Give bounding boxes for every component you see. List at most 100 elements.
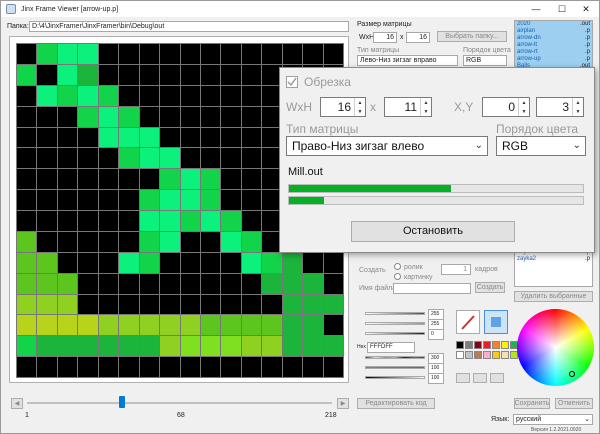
led-cell[interactable] — [78, 294, 98, 315]
spin-down-icon[interactable]: ▼ — [421, 107, 431, 116]
led-cell[interactable] — [160, 127, 180, 148]
led-cell[interactable] — [17, 169, 37, 190]
spin-up-icon[interactable]: ▲ — [355, 98, 365, 107]
color-swatch[interactable] — [492, 351, 500, 359]
led-cell[interactable] — [323, 273, 343, 294]
led-cell[interactable] — [37, 294, 57, 315]
blue-value[interactable]: 0 — [428, 329, 444, 340]
green-slider[interactable] — [365, 322, 425, 325]
led-cell[interactable] — [221, 64, 241, 85]
led-cell[interactable] — [139, 294, 160, 315]
led-cell[interactable] — [200, 169, 221, 190]
led-cell[interactable] — [119, 315, 139, 336]
led-cell[interactable] — [241, 357, 262, 377]
led-cell[interactable] — [98, 273, 119, 294]
led-cell[interactable] — [180, 148, 200, 169]
red-slider[interactable] — [365, 312, 425, 315]
led-cell[interactable] — [57, 315, 78, 336]
led-cell[interactable] — [160, 211, 180, 231]
file-list-item[interactable]: arrow-up .p — [515, 56, 592, 63]
led-cell[interactable] — [221, 169, 241, 190]
led-cell[interactable] — [17, 106, 37, 127]
led-cell[interactable] — [139, 44, 160, 64]
file-list-item[interactable]: zayka2 .p — [515, 256, 592, 263]
led-cell[interactable] — [57, 127, 78, 148]
led-cell[interactable] — [241, 190, 262, 210]
file-list-item[interactable]: 2020 .out — [515, 21, 592, 28]
led-cell[interactable] — [221, 252, 241, 273]
led-cell[interactable] — [160, 169, 180, 190]
hue-slider[interactable] — [365, 356, 425, 359]
led-cell[interactable] — [323, 44, 343, 64]
delete-selected-button[interactable]: Удалить выбранные — [514, 291, 593, 302]
color-swatch[interactable] — [456, 351, 464, 359]
led-cell[interactable] — [160, 148, 180, 169]
led-cell[interactable] — [241, 127, 262, 148]
led-cell[interactable] — [262, 357, 282, 377]
led-cell[interactable] — [160, 44, 180, 64]
file-list-item[interactable]: arrow-lt .p — [515, 42, 592, 49]
led-cell[interactable] — [17, 44, 37, 64]
led-cell[interactable] — [17, 190, 37, 210]
led-cell[interactable] — [37, 211, 57, 231]
crop-width-spinner[interactable]: 16 ▲ ▼ — [320, 97, 366, 117]
file-list-item[interactable]: arrow-rt .p — [515, 49, 592, 56]
led-cell[interactable] — [139, 64, 160, 85]
led-cell[interactable] — [98, 294, 119, 315]
frame-slider-thumb[interactable] — [119, 396, 125, 408]
led-cell[interactable] — [78, 273, 98, 294]
crop-x-spinner[interactable]: 0 ▲ ▼ — [482, 97, 530, 117]
led-cell[interactable] — [282, 336, 303, 357]
lightness-value[interactable]: 100 — [428, 373, 444, 384]
led-cell[interactable] — [200, 85, 221, 106]
led-cell[interactable] — [303, 294, 323, 315]
led-cell[interactable] — [17, 211, 37, 231]
led-cell[interactable] — [78, 106, 98, 127]
blue-slider[interactable] — [365, 332, 425, 335]
led-cell[interactable] — [37, 315, 57, 336]
led-cell[interactable] — [221, 273, 241, 294]
led-cell[interactable] — [200, 64, 221, 85]
video-radio[interactable] — [394, 263, 401, 270]
color-swatch[interactable] — [465, 351, 473, 359]
led-cell[interactable] — [17, 64, 37, 85]
led-cell[interactable] — [180, 273, 200, 294]
color-swatch[interactable] — [474, 341, 482, 349]
led-cell[interactable] — [139, 148, 160, 169]
led-cell[interactable] — [78, 85, 98, 106]
led-cell[interactable] — [119, 336, 139, 357]
led-cell[interactable] — [57, 252, 78, 273]
led-cell[interactable] — [119, 64, 139, 85]
title-bar[interactable]: Jinx Frame Viewer [arrow-up.p] — ☐ ✕ — [1, 1, 599, 17]
led-cell[interactable] — [78, 252, 98, 273]
led-cell[interactable] — [262, 44, 282, 64]
led-cell[interactable] — [303, 252, 323, 273]
led-cell[interactable] — [37, 44, 57, 64]
led-cell[interactable] — [57, 336, 78, 357]
led-cell[interactable] — [221, 211, 241, 231]
pen-tool-button[interactable] — [456, 310, 480, 334]
led-cell[interactable] — [241, 315, 262, 336]
stop-button[interactable]: Остановить — [351, 221, 515, 242]
led-cell[interactable] — [98, 44, 119, 64]
undo-button[interactable] — [456, 373, 470, 383]
led-cell[interactable] — [57, 190, 78, 210]
led-cell[interactable] — [221, 315, 241, 336]
led-cell[interactable] — [119, 127, 139, 148]
led-cell[interactable] — [139, 106, 160, 127]
led-cell[interactable] — [200, 127, 221, 148]
crop-y-spinner[interactable]: 3 ▲ ▼ — [536, 97, 584, 117]
led-cell[interactable] — [98, 127, 119, 148]
led-cell[interactable] — [303, 336, 323, 357]
color-swatch[interactable] — [501, 351, 509, 359]
save-button[interactable]: Сохранить — [514, 398, 550, 409]
color-swatch[interactable] — [474, 351, 482, 359]
led-cell[interactable] — [221, 148, 241, 169]
color-swatch[interactable] — [501, 341, 509, 349]
led-cell[interactable] — [119, 231, 139, 252]
led-cell[interactable] — [241, 64, 262, 85]
led-cell[interactable] — [282, 273, 303, 294]
led-cell[interactable] — [282, 252, 303, 273]
led-cell[interactable] — [17, 252, 37, 273]
led-cell[interactable] — [221, 231, 241, 252]
